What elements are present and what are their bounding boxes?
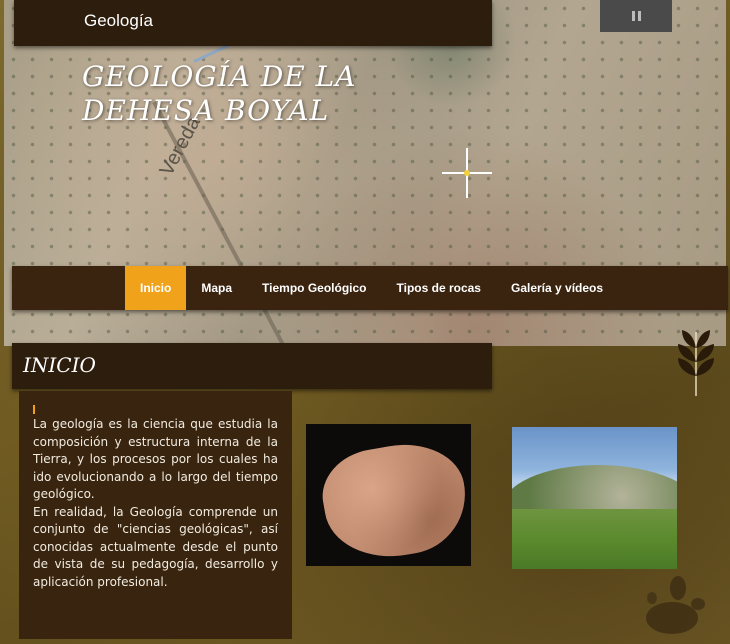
pause-icon: [631, 11, 641, 21]
landscape-image[interactable]: [512, 427, 677, 569]
nav-item-mapa[interactable]: Mapa: [186, 266, 247, 310]
section-heading: INICIO: [12, 343, 492, 389]
text-cursor: [33, 405, 35, 414]
header-bar: Geología: [14, 0, 492, 46]
main-nav: Inicio Mapa Tiempo Geológico Tipos de ro…: [12, 266, 728, 310]
site-title: GEOLOGÍA DE LA DEHESA BOYAL: [82, 60, 357, 127]
nav-item-tiempo-geologico[interactable]: Tiempo Geológico: [247, 266, 381, 310]
handprint-icon: [646, 576, 705, 634]
intro-text-panel: La geología es la ciencia que estudia la…: [19, 391, 292, 639]
slideshow-pause-button[interactable]: [600, 0, 672, 32]
rock-sample-image[interactable]: [306, 424, 471, 566]
nav-item-galeria-y-videos[interactable]: Galería y vídeos: [496, 266, 618, 310]
nav-item-inicio[interactable]: Inicio: [125, 266, 187, 310]
intro-paragraph-2: En realidad, la Geología comprende un co…: [33, 504, 278, 589]
section-heading-text: INICIO: [23, 353, 96, 377]
nav-item-tipos-de-rocas[interactable]: Tipos de rocas: [382, 266, 496, 310]
wheat-icon: [678, 330, 714, 396]
intro-paragraph-1: La geología es la ciencia que estudia la…: [33, 417, 278, 501]
header-section-label: Geología: [84, 11, 153, 30]
